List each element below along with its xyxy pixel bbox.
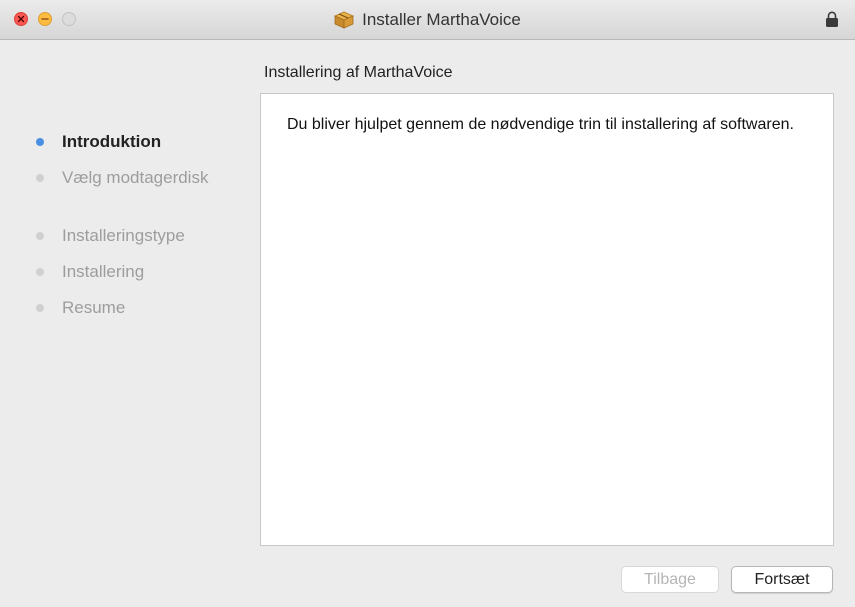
step-resume: Resume xyxy=(36,290,246,326)
installer-steps: Introduktion Vælg modtagerdisk Installer… xyxy=(36,124,246,326)
step-label: Installering xyxy=(62,262,145,281)
content-body-text: Du bliver hjulpet gennem de nødvendige t… xyxy=(287,116,794,133)
step-indicator-dot xyxy=(36,304,44,312)
step-installering: Installering xyxy=(36,254,246,290)
step-label: Installeringstype xyxy=(62,226,185,245)
back-button[interactable]: Tilbage xyxy=(621,566,719,593)
package-icon xyxy=(334,11,355,29)
step-indicator-dot xyxy=(36,232,44,240)
step-introduktion: Introduktion xyxy=(36,124,246,160)
step-installeringstype: Installeringstype xyxy=(36,218,246,254)
step-indicator-dot xyxy=(36,138,44,146)
content-heading: Installering af MarthaVoice xyxy=(264,64,453,81)
step-indicator-dot xyxy=(36,174,44,182)
step-label: Resume xyxy=(62,298,126,317)
lock-icon xyxy=(826,11,838,27)
window-title-group: Installer MarthaVoice xyxy=(0,0,855,40)
window-title: Installer MarthaVoice xyxy=(362,10,521,29)
step-label: Introduktion xyxy=(62,132,162,151)
step-indicator-dot xyxy=(36,268,44,276)
step-label: Vælg modtagerdisk xyxy=(62,168,209,187)
title-bar[interactable]: Installer MarthaVoice xyxy=(0,0,855,40)
step-vaelg-modtagerdisk: Vælg modtagerdisk xyxy=(36,160,246,196)
installer-window: Installer MarthaVoice Introduktion Vælg … xyxy=(0,0,855,607)
content-panel[interactable]: Du bliver hjulpet gennem de nødvendige t… xyxy=(260,93,834,546)
continue-button[interactable]: Fortsæt xyxy=(731,566,833,593)
